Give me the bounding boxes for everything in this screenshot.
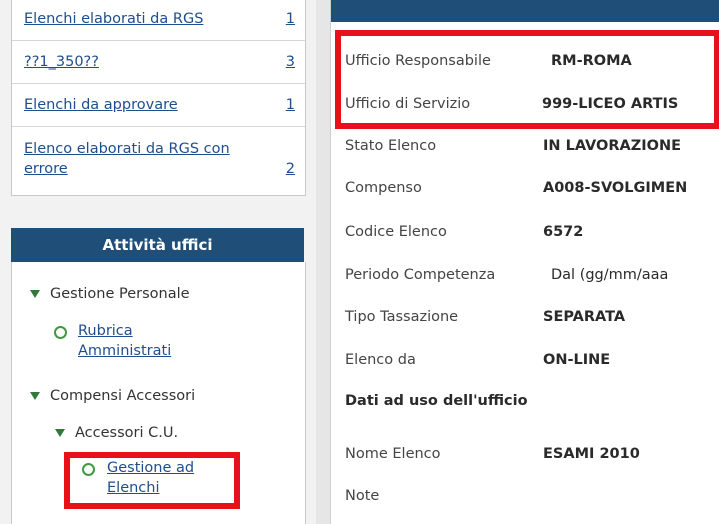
highlight-box-uffici <box>335 30 719 129</box>
detail-panel: Ufficio Responsabile RM-ROMA Ufficio di … <box>330 0 719 524</box>
tree-label[interactable]: Compensi Accessori <box>50 388 195 404</box>
field-value[interactable]: Dal (gg/mm/aaa <box>551 263 668 287</box>
field-label: Note <box>345 488 380 504</box>
link-count[interactable]: 1 <box>286 9 295 29</box>
panel-divider <box>316 0 330 524</box>
link-count[interactable]: 1 <box>286 95 295 115</box>
link-label[interactable]: Elenco elaborati da RGS con errore <box>24 139 269 179</box>
field-value: IN LAVORAZIONE <box>543 138 682 154</box>
field-label: Codice Elenco <box>345 224 447 240</box>
highlight-box-gestione-elenchi <box>64 452 240 509</box>
tree-item-accessori-cu[interactable]: Accessori C.U. <box>55 425 178 441</box>
link-label[interactable]: ??1_350?? <box>24 52 269 72</box>
expand-triangle-icon[interactable] <box>55 429 65 437</box>
field-value: 6572 <box>543 224 584 240</box>
link-count[interactable]: 2 <box>286 159 295 179</box>
field-value: SEPARATA <box>543 309 626 325</box>
pending-lists-box: Elenchi elaborati da RGS 1 ??1_350?? 3 E… <box>11 0 306 196</box>
link-label[interactable]: Elenchi da approvare <box>24 95 269 115</box>
panel-top-bar <box>331 0 719 22</box>
link-count[interactable]: 3 <box>286 52 295 72</box>
field-label: Nome Elenco <box>345 446 441 462</box>
list-item-elenchi-elaborati[interactable]: Elenchi elaborati da RGS 1 <box>12 0 305 41</box>
tree-item-compensi-accessori[interactable]: Compensi Accessori <box>30 388 195 404</box>
list-item-elenco-errore[interactable]: Elenco elaborati da RGS con errore 2 <box>12 127 305 195</box>
activities-header: Attività uffici <box>11 228 304 262</box>
link-label[interactable]: Elenchi elaborati da RGS <box>24 9 269 29</box>
circle-bullet-icon <box>54 326 67 339</box>
field-label: Periodo Competenza <box>345 267 496 283</box>
field-label: Tipo Tassazione <box>345 309 459 325</box>
expand-triangle-icon[interactable] <box>30 392 40 400</box>
tree-label[interactable]: Accessori C.U. <box>75 425 178 441</box>
sidebar: Elenchi elaborati da RGS 1 ??1_350?? 3 E… <box>0 0 316 524</box>
field-value: ON-LINE <box>543 352 611 368</box>
field-label: Stato Elenco <box>345 138 437 154</box>
list-item-unknown[interactable]: ??1_350?? 3 <box>12 41 305 84</box>
section-title-dati-ufficio: Dati ad uso dell'ufficio <box>345 393 528 409</box>
field-value: ESAMI 2010 <box>543 446 640 462</box>
field-label: Compenso <box>345 180 422 196</box>
link-rubrica-amministrati[interactable]: Rubrica Amministrati <box>78 321 218 361</box>
expand-triangle-icon[interactable] <box>30 290 40 298</box>
tree-label[interactable]: Gestione Personale <box>50 286 190 302</box>
list-item-elenchi-da-approvare[interactable]: Elenchi da approvare 1 <box>12 84 305 127</box>
field-label: Elenco da <box>345 352 416 368</box>
field-value: A008-SVOLGIMEN <box>543 180 688 196</box>
tree-item-gestione-personale[interactable]: Gestione Personale <box>30 286 190 302</box>
